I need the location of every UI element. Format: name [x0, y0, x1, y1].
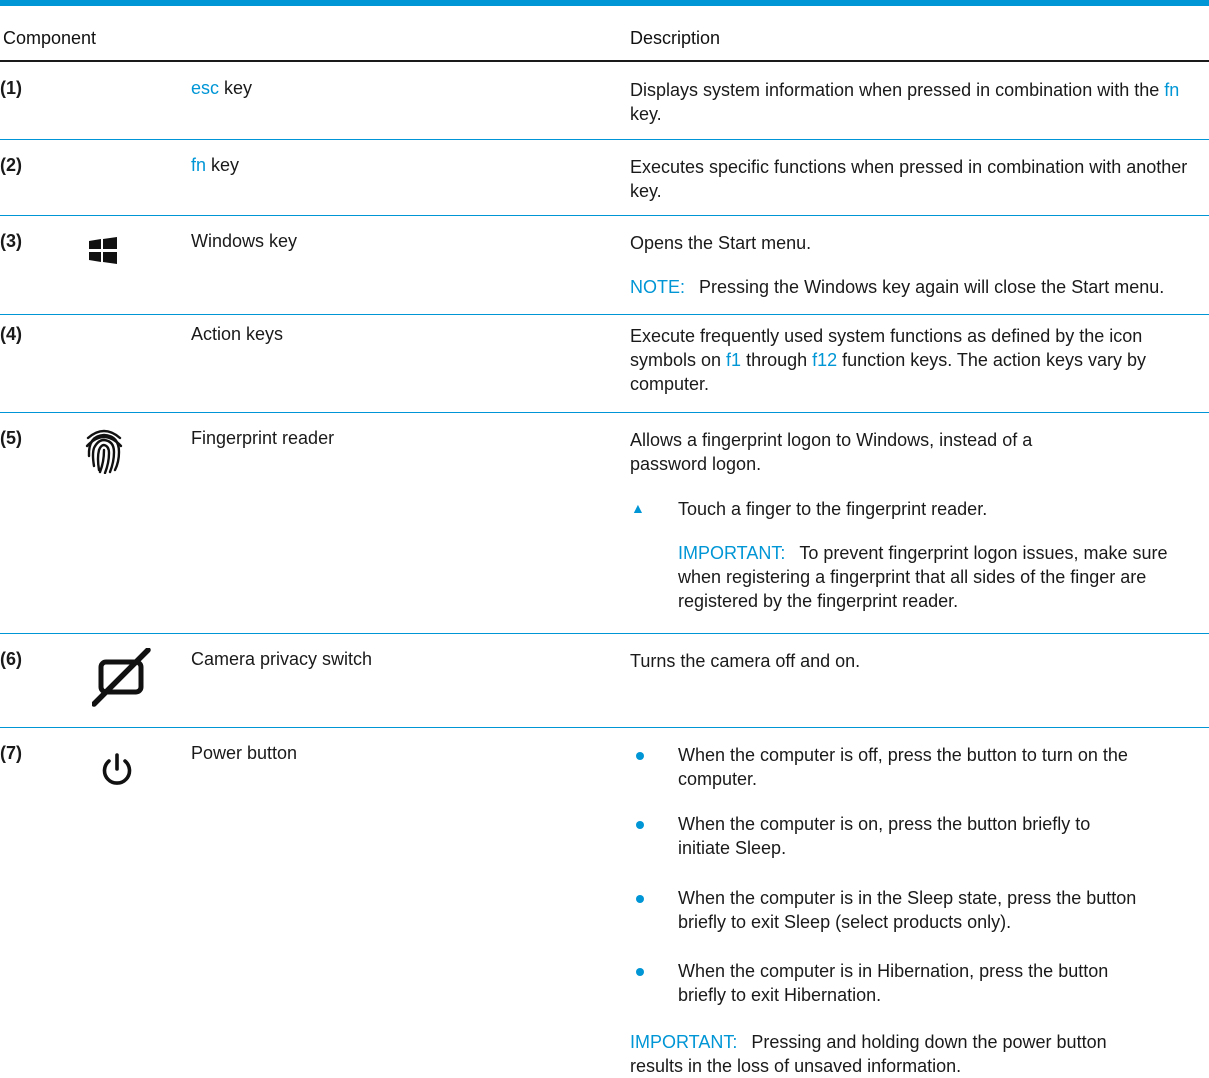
list-item: When the computer is in Hibernation, pre… — [678, 961, 1109, 1005]
row-number: (6) — [0, 649, 22, 669]
fingerprint-icon — [84, 426, 124, 474]
list-item: When the computer is in the Sleep state,… — [678, 888, 1137, 932]
component-name: esc key — [191, 78, 253, 98]
camera-privacy-icon — [92, 648, 152, 708]
component-description: Opens the Start menu. — [630, 233, 812, 253]
note-label: NOTE: — [630, 277, 686, 297]
row-number: (3) — [0, 231, 22, 251]
power-icon — [99, 752, 135, 788]
f1-link[interactable]: f1 — [726, 350, 741, 370]
esc-link[interactable]: esc — [191, 78, 219, 98]
step-triangle-icon: ▲ — [631, 500, 645, 516]
top-accent-bar — [0, 0, 1209, 6]
important-note: IMPORTANT: To prevent fingerprint logon i… — [678, 541, 1203, 613]
component-description: Turns the camera off and on. — [630, 651, 861, 671]
bullet-icon — [636, 895, 644, 903]
header-divider — [0, 60, 1209, 62]
row-divider — [0, 139, 1209, 140]
bullet-icon — [636, 752, 644, 760]
fn-link[interactable]: fn — [191, 155, 206, 175]
row-number: (1) — [0, 78, 22, 98]
row-number: (5) — [0, 428, 22, 448]
note-text: Pressing the Windows key again will clos… — [699, 277, 1165, 297]
step-text: Touch a finger to the fingerprint reader… — [678, 499, 988, 519]
row-number: (4) — [0, 324, 22, 344]
component-description: Displays system information when pressed… — [630, 80, 1180, 124]
component-name: Fingerprint reader — [191, 428, 335, 448]
fn-link[interactable]: fn — [1164, 80, 1179, 100]
row-divider — [0, 727, 1209, 728]
column-header-description: Description — [630, 28, 721, 48]
row-divider — [0, 314, 1209, 315]
f12-link[interactable]: f12 — [812, 350, 837, 370]
component-name: Action keys — [191, 324, 284, 344]
important-label: IMPORTANT: — [678, 543, 786, 563]
list-item: When the computer is off, press the butt… — [678, 745, 1128, 789]
note: NOTE: Pressing the Windows key again will… — [630, 275, 1205, 299]
important-note: IMPORTANT: Pressing and holding down the … — [630, 1030, 1160, 1078]
row-divider — [0, 633, 1209, 634]
list-item: When the computer is on, press the butto… — [678, 814, 1091, 858]
bullet-icon — [636, 821, 644, 829]
component-description: Executes specific functions when pressed… — [630, 157, 1188, 201]
row-number: (7) — [0, 743, 22, 763]
row-divider — [0, 215, 1209, 216]
column-header-component: Component — [3, 28, 97, 48]
component-name: fn key — [191, 155, 240, 175]
component-name: Windows key — [191, 231, 298, 251]
windows-logo-icon — [88, 236, 118, 266]
row-divider — [0, 412, 1209, 413]
component-name: Power button — [191, 743, 298, 763]
component-description: Execute frequently used system functions… — [630, 326, 1146, 394]
component-description: Allows a fingerprint logon to Windows, i… — [630, 430, 1033, 474]
bullet-icon — [636, 968, 644, 976]
important-label: IMPORTANT: — [630, 1032, 738, 1052]
component-name: Camera privacy switch — [191, 649, 373, 669]
row-number: (2) — [0, 155, 22, 175]
